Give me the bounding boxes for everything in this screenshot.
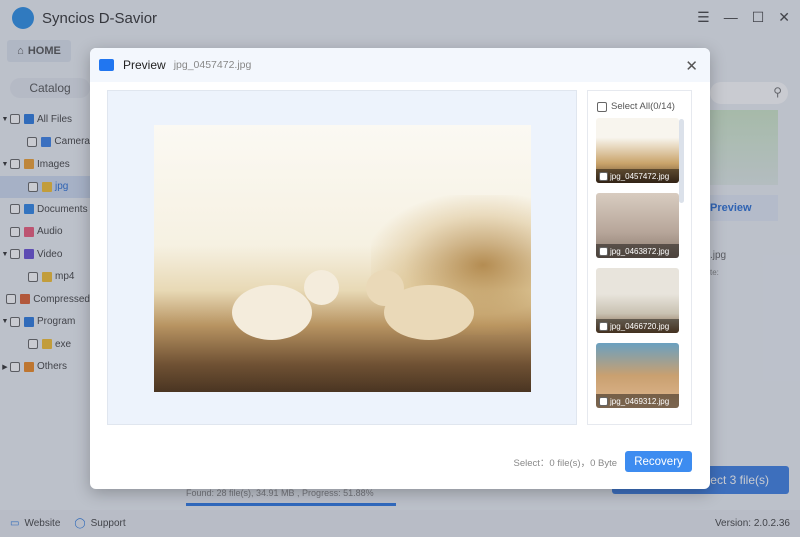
thumbnail-item[interactable]: jpg_0457472.jpg [596,118,679,183]
thumbnail-item[interactable]: jpg_0466720.jpg [596,268,679,333]
thumbnail-checkbox[interactable] [599,171,608,181]
thumbnail-label: jpg_0463872.jpg [610,246,670,256]
folder-icon [99,59,114,71]
thumbnail-list: Select All(0/14) jpg_0457472.jpg jpg_0463… [587,90,692,425]
thumbnail-checkbox[interactable] [599,321,608,331]
select-all[interactable]: Select All(0/14) [597,101,675,112]
dialog-filename: jpg_0457472.jpg [173,59,252,71]
thumbnail-label: jpg_0466720.jpg [610,321,670,331]
recovery-button[interactable]: Recovery [625,451,692,472]
image-viewer [107,90,577,425]
dialog-title: Preview [123,58,166,72]
thumbnail-checkbox[interactable] [599,396,608,406]
thumbnail-item[interactable]: jpg_0463872.jpg [596,193,679,258]
dialog-header: Preview jpg_0457472.jpg ✕ [90,48,710,82]
preview-dialog: Preview jpg_0457472.jpg ✕ Select All(0/1… [90,48,710,489]
scrollbar[interactable] [679,119,684,203]
preview-image [154,125,531,392]
selection-info: Select：0 file(s)，0 Byte [513,457,617,469]
select-all-checkbox[interactable] [597,101,607,112]
thumbnail-label: jpg_0469312.jpg [610,396,670,406]
thumbnail-label: jpg_0457472.jpg [610,171,670,181]
close-icon[interactable]: ✕ [685,57,698,75]
thumbnail-checkbox[interactable] [599,246,608,256]
select-all-label: Select All(0/14) [611,101,675,112]
thumbnail-item[interactable]: jpg_0469312.jpg [596,343,679,408]
